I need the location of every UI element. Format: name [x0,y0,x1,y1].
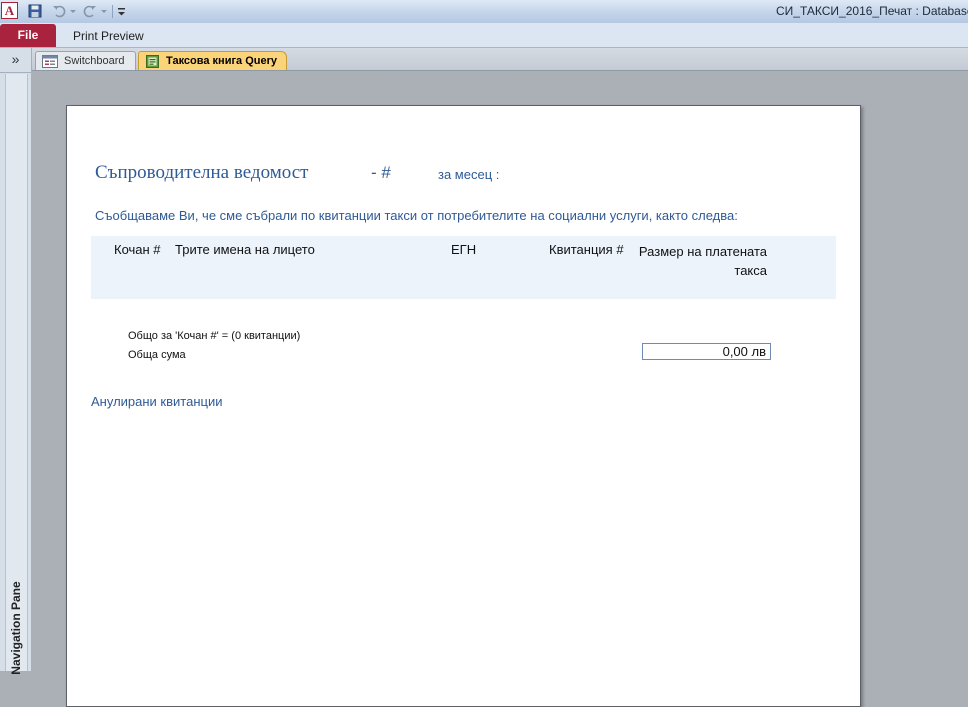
ribbon-tab-strip: File Print Preview [0,23,968,48]
book-total-line: Общо за 'Кочан #' = (0 квитанции) [128,330,301,342]
navigation-pane: » Navigation Pane [0,48,32,675]
tab-switchboard[interactable]: Switchboard [35,51,136,70]
column-header-egn: ЕГН [451,242,477,257]
report-page: Съпроводителна ведомост - # за месец : С… [66,105,861,707]
window-title: СИ_ТАКСИ_2016_Печат : Database ( [776,4,968,18]
report-number: - # [371,163,391,182]
intro-text: Съобщаваме Ви, че сме събрали по квитанц… [95,208,738,223]
document-tab-strip: Switchboard Таксова книга Query [32,48,968,71]
navigation-pane-bar[interactable]: Navigation Pane [5,74,28,675]
redo-dropdown-icon[interactable] [101,4,107,19]
chevron-right-icon: » [11,51,20,67]
customize-toolbar-icon[interactable] [117,4,126,19]
column-header-receipt: Квитанция # [549,242,624,257]
column-header-amount: Размер на платената такса [638,244,767,278]
undo-dropdown-icon[interactable] [70,4,76,19]
toolbar-separator [112,5,113,18]
save-icon[interactable] [28,4,42,18]
total-sum-value: 0,00 лв [642,343,771,360]
undo-icon[interactable] [52,4,66,19]
form-icon [42,55,58,68]
cancelled-receipts-label: Анулирани квитанции [91,394,223,409]
print-preview-tab[interactable]: Print Preview [73,29,144,43]
access-app-icon[interactable]: A [1,2,18,19]
title-bar: A СИ_ТАКСИ_2016_Печат : Database ( [0,0,968,23]
tab-label: Switchboard [64,55,125,67]
total-sum-label: Обща сума [128,349,186,361]
expand-navigation-button[interactable]: » [0,48,31,73]
file-tab[interactable]: File [0,24,56,47]
tab-label: Таксова книга Query [166,55,278,67]
month-label: за месец : [438,167,500,182]
report-title: Съпроводителна ведомост [95,162,309,183]
tab-taksova-kniga-query[interactable]: Таксова книга Query [138,51,287,70]
redo-icon[interactable] [83,4,97,19]
report-icon [146,55,159,68]
navigation-pane-label: Navigation Pane [9,581,23,675]
print-preview-area[interactable]: Съпроводителна ведомост - # за месец : С… [32,71,968,707]
column-header-name: Трите имена на лицето [175,242,315,257]
column-header-book: Кочан # [114,242,161,257]
